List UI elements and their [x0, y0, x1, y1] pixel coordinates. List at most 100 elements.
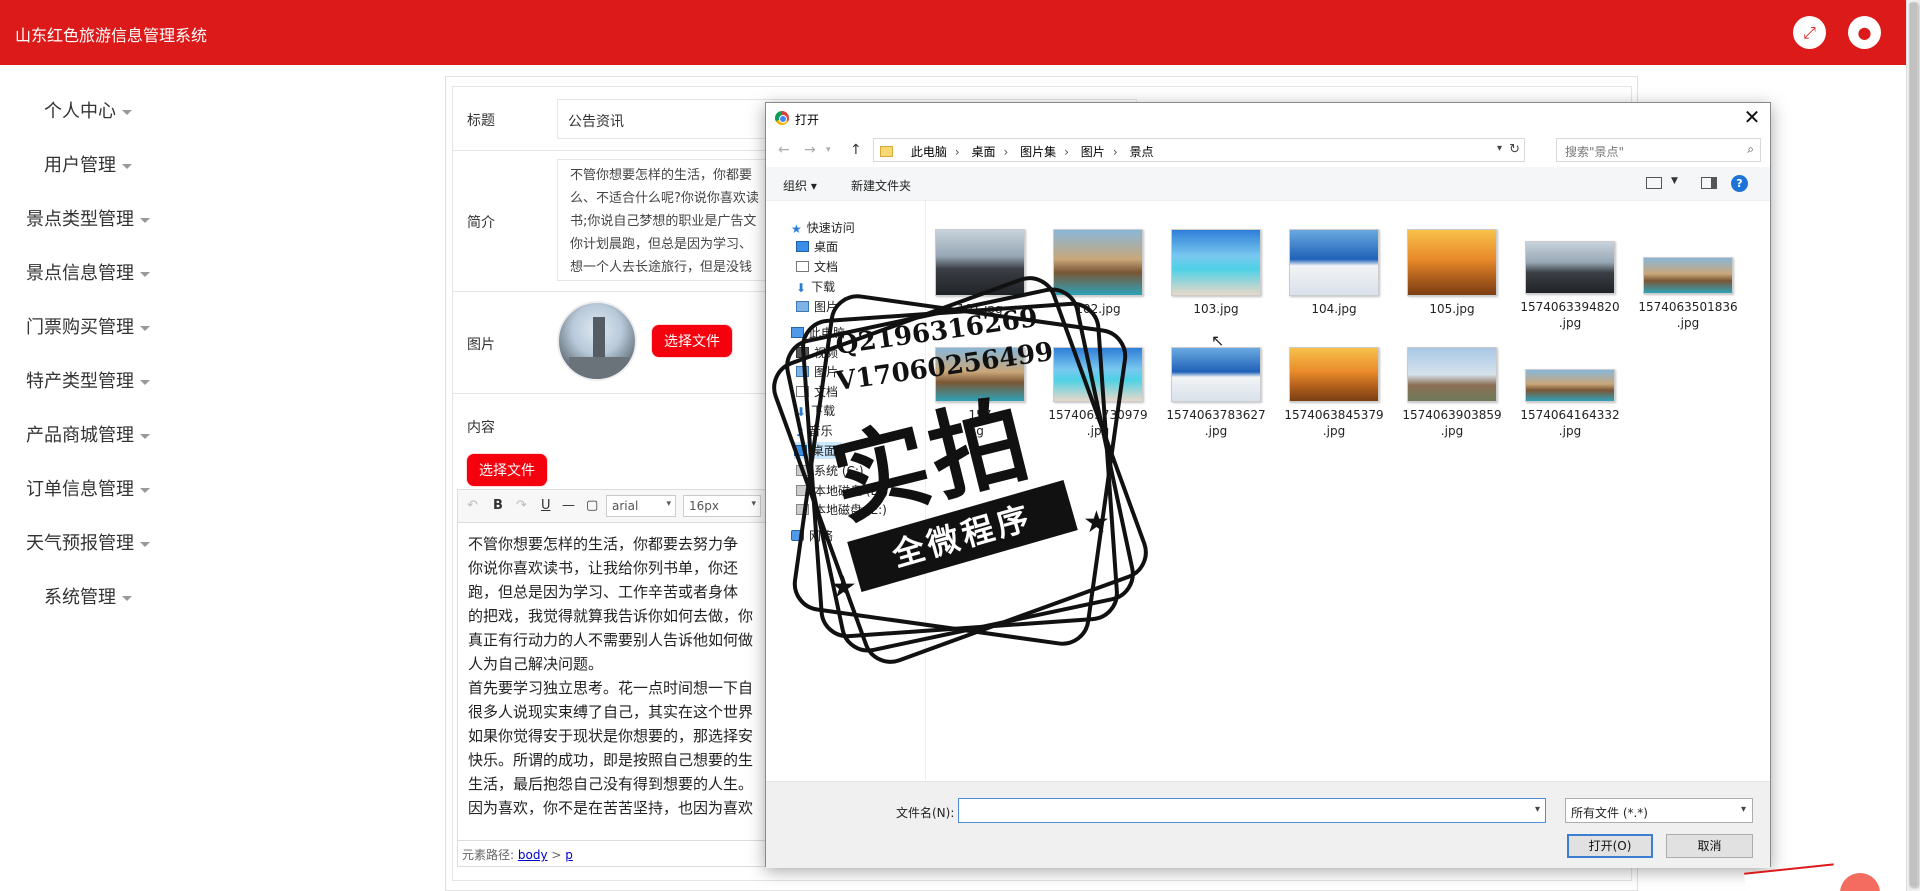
image-thumbnail — [1171, 347, 1261, 402]
paste-icon[interactable]: ▢ — [586, 498, 598, 513]
file-item[interactable]: 1574063845379 .jpg — [1284, 347, 1384, 439]
sidebar-item-tickets[interactable]: 门票购买管理 — [26, 313, 150, 339]
path-p-link[interactable]: p — [565, 848, 573, 862]
nav-item-documents-pc[interactable]: 文档 — [796, 383, 838, 400]
user-icon[interactable]: ● — [1848, 16, 1881, 49]
choose-image-button[interactable]: 选择文件 — [651, 324, 733, 358]
choose-content-file-button[interactable]: 选择文件 — [466, 453, 548, 487]
filename-input[interactable]: ▾ — [958, 798, 1546, 823]
sidebar: 个人中心 用户管理 景点类型管理 景点信息管理 门票购买管理 特产类型管理 产品… — [0, 65, 440, 891]
horizontal-rule-icon[interactable]: — — [562, 498, 575, 513]
drive-icon — [796, 504, 809, 515]
filetype-select[interactable]: 所有文件 (*.*) ▾ — [1565, 798, 1753, 823]
up-icon[interactable]: ↑ — [850, 142, 862, 158]
sidebar-item-personal-center[interactable]: 个人中心 — [44, 97, 132, 123]
new-folder-button[interactable]: 新建文件夹 — [851, 177, 911, 194]
nav-item-drive-e[interactable]: 本地磁盘 (E:) — [796, 501, 887, 518]
organize-button[interactable]: 组织 ▾ — [783, 177, 817, 194]
network-icon — [791, 530, 804, 541]
path-body-link[interactable]: body — [518, 848, 548, 862]
refresh-icon[interactable]: ↻ — [1509, 142, 1520, 157]
nav-item-drive-d[interactable]: 本地磁盘 (D:) — [796, 482, 888, 499]
expand-icon[interactable]: ⤢ — [1793, 16, 1826, 49]
back-icon[interactable]: ← — [778, 142, 790, 158]
cancel-button[interactable]: 取消 — [1666, 834, 1753, 858]
forward-icon[interactable]: → — [804, 142, 816, 158]
sidebar-item-system[interactable]: 系统管理 — [44, 583, 132, 609]
sidebar-item-orders[interactable]: 订单信息管理 — [26, 475, 150, 501]
image-thumbnail — [1525, 241, 1615, 294]
file-item[interactable]: 1574063394820 .jpg — [1520, 241, 1620, 331]
nav-item-downloads[interactable]: ⬇ 下载 — [796, 278, 835, 295]
sidebar-item-spot-types[interactable]: 景点类型管理 — [26, 205, 150, 231]
file-item[interactable]: 104.jpg — [1284, 229, 1384, 317]
nav-item-desktop-pc[interactable]: 桌面 — [794, 442, 843, 459]
video-icon — [796, 347, 809, 358]
navigation-pane: ★快速访问 桌面⌖ 文档 ⬇下载 图片 此电脑 视频 图片 文档 ⬇下载 ♪音乐… — [766, 201, 943, 781]
open-button[interactable]: 打开(O) — [1567, 834, 1653, 858]
breadcrumb-item[interactable]: 桌面 — [971, 145, 995, 159]
sidebar-item-specialty-types[interactable]: 特产类型管理 — [26, 367, 150, 393]
intro-label: 简介 — [467, 215, 495, 231]
nav-item-videos[interactable]: 视频 — [796, 344, 838, 361]
dialog-title: 打开 — [795, 113, 820, 127]
address-bar[interactable]: 此电脑 › 桌面 › 图片集 › 图片 › 景点 ▾ ↻ — [873, 138, 1525, 162]
chevron-down-icon[interactable]: ▼ — [1671, 176, 1678, 186]
sidebar-item-product-mall[interactable]: 产品商城管理 — [26, 421, 150, 447]
star-icon: ★ — [791, 222, 802, 236]
file-item[interactable]: 1574063783627 .jpg — [1166, 347, 1266, 439]
chevron-down-icon[interactable]: ▾ — [826, 145, 831, 155]
nav-item-pictures-pc[interactable]: 图片 — [796, 363, 838, 380]
file-item[interactable]: 102.jpg — [1048, 229, 1148, 317]
nav-item-music[interactable]: ♪ 音乐 — [796, 422, 833, 439]
float-button[interactable] — [1840, 873, 1880, 891]
search-input[interactable]: 搜索"景点" ⌕ — [1556, 138, 1761, 162]
file-item[interactable]: 157 g — [930, 347, 1030, 439]
nav-item-downloads-pc[interactable]: ⬇ 下载 — [796, 402, 835, 419]
underline-icon[interactable]: U — [541, 498, 551, 513]
breadcrumb-item[interactable]: 此电脑 — [911, 145, 947, 159]
chevron-down-icon — [140, 487, 150, 493]
file-item[interactable]: 105.jpg — [1402, 229, 1502, 317]
chevron-down-icon[interactable]: ▾ — [1497, 143, 1502, 154]
nav-item-quick-access[interactable]: ★ 快速访问 — [791, 219, 855, 236]
nav-item-this-pc[interactable]: 此电脑 — [791, 324, 845, 341]
file-item[interactable]: 1574064164332 .jpg — [1520, 369, 1620, 439]
chevron-down-icon — [140, 217, 150, 223]
chevron-down-icon — [140, 271, 150, 277]
file-item[interactable]: 103.jpg — [1166, 229, 1266, 317]
sidebar-item-spot-info[interactable]: 景点信息管理 — [26, 259, 150, 285]
font-size-select[interactable]: 16px ▾ — [683, 495, 761, 517]
nav-item-drive-c[interactable]: 系统 (C:) — [796, 462, 864, 479]
breadcrumb-item[interactable]: 图片 — [1081, 145, 1105, 159]
app-title: 山东红色旅游信息管理系统 — [15, 26, 208, 45]
sidebar-item-weather[interactable]: 天气预报管理 — [26, 529, 150, 555]
nav-item-pictures[interactable]: 图片 — [796, 298, 838, 315]
chevron-down-icon — [140, 541, 150, 547]
nav-item-network[interactable]: 网络 — [791, 527, 833, 544]
font-family-select[interactable]: arial ▾ — [606, 495, 676, 517]
chevron-down-icon — [122, 595, 132, 601]
redo-icon[interactable]: ↷ — [516, 498, 527, 513]
close-icon[interactable]: ✕ — [1740, 105, 1764, 129]
nav-item-documents[interactable]: 文档 — [796, 258, 838, 275]
title-label: 标题 — [467, 113, 495, 129]
file-item[interactable]: 101.jpg — [930, 229, 1030, 317]
image-thumbnail — [1525, 369, 1615, 402]
preview-pane-icon[interactable] — [1701, 177, 1717, 189]
file-item[interactable]: 1574063903859 .jpg — [1402, 347, 1502, 439]
sidebar-item-users[interactable]: 用户管理 — [44, 151, 132, 177]
page-scrollbar[interactable] — [1906, 0, 1920, 891]
chevron-down-icon[interactable]: ▾ — [1535, 804, 1540, 815]
nav-item-desktop[interactable]: 桌面⌖ — [796, 238, 943, 255]
file-item[interactable]: 1574063501836 .jpg — [1638, 257, 1738, 331]
image-thumbnail — [1171, 229, 1261, 296]
scrollbar-thumb[interactable] — [1909, 2, 1918, 887]
undo-icon[interactable]: ↶ — [467, 498, 478, 513]
help-icon[interactable]: ? — [1731, 175, 1748, 192]
breadcrumb-item[interactable]: 图片集 — [1020, 145, 1056, 159]
file-item[interactable]: 1574063730979 .jpg — [1048, 347, 1148, 439]
view-mode-icon[interactable] — [1646, 177, 1662, 189]
breadcrumb-item[interactable]: 景点 — [1129, 145, 1153, 159]
bold-icon[interactable]: B — [493, 498, 503, 513]
